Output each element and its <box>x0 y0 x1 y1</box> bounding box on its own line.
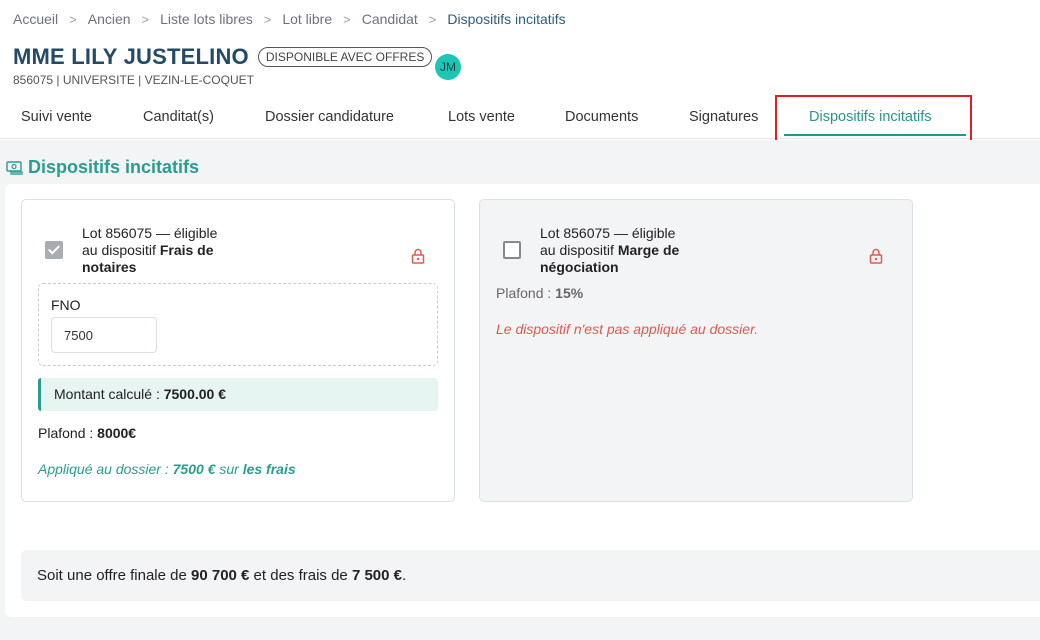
dispositif-card-marge-negociation: Lot 856075 — éligible au dispositif Marg… <box>479 199 913 502</box>
breadcrumb-ancien[interactable]: Ancien <box>88 11 131 27</box>
not-applied-status: Le dispositif n'est pas appliqué au doss… <box>496 321 759 337</box>
plafond: Plafond : 8000€ <box>38 425 136 441</box>
chevron-right-icon: > <box>428 11 437 27</box>
section-title: Dispositifs incitatifs <box>6 157 199 178</box>
page-subtitle: 856075 | UNIVERSITE | VEZIN-LE-COQUET <box>13 73 254 87</box>
plafond-label: Plafond : <box>38 425 98 441</box>
breadcrumb-liste-lots-libres[interactable]: Liste lots libres <box>160 11 253 27</box>
avatar[interactable]: JM <box>435 54 461 80</box>
dispositif-checkbox-checked[interactable] <box>45 241 63 259</box>
applied-prefix: Appliqué au dossier : <box>38 461 173 477</box>
breadcrumb: Accueil > Ancien > Liste lots libres > L… <box>13 11 566 27</box>
lock-icon[interactable] <box>869 248 883 264</box>
tab-documents[interactable]: Documents <box>565 109 638 125</box>
offer-summary: Soit une offre finale de 90 700 € et des… <box>21 550 1040 601</box>
breadcrumb-accueil[interactable]: Accueil <box>13 11 58 27</box>
summary-fees: 7 500 € <box>351 567 402 584</box>
lot-line: Lot 856075 — éligible <box>82 225 218 241</box>
header-title-row: MME LILY JUSTELINO DISPONIBLE AVEC OFFRE… <box>13 44 433 70</box>
dispositif-card-frais-notaires: Lot 856075 — éligible au dispositif Frai… <box>21 199 455 502</box>
breadcrumb-dispositifs-incitatifs: Dispositifs incitatifs <box>447 11 566 27</box>
chevron-right-icon: > <box>343 11 351 27</box>
applied-target: les frais <box>242 461 296 477</box>
money-icon <box>6 160 23 175</box>
highlight-annotation <box>775 95 972 142</box>
plafond-value: 8000€ <box>97 425 137 441</box>
dispositif-prefix: au dispositif <box>82 242 160 258</box>
breadcrumb-candidat[interactable]: Candidat <box>362 11 418 27</box>
dispositif-description: Lot 856075 — éligible au dispositif Frai… <box>82 225 262 276</box>
dispositif-description: Lot 856075 — éligible au dispositif Marg… <box>540 225 720 276</box>
summary-suffix: . <box>402 567 407 584</box>
fno-label: FNO <box>51 297 81 313</box>
chevron-right-icon: > <box>263 11 272 27</box>
tab-suivi-vente[interactable]: Suivi vente <box>21 109 92 125</box>
page-title: MME LILY JUSTELINO <box>13 44 249 69</box>
calculated-amount-box: Montant calculé : 7500.00 € <box>38 378 438 411</box>
applied-mid: sur <box>215 461 243 477</box>
summary-offer: 90 700 € <box>191 567 250 584</box>
tab-signatures[interactable]: Signatures <box>689 109 758 125</box>
applied-amount: 7500 € <box>172 461 216 477</box>
tab-dossier-candidature[interactable]: Dossier candidature <box>265 109 394 125</box>
calc-label: Montant calculé : <box>54 386 164 402</box>
chevron-right-icon: > <box>69 11 77 27</box>
applied-status: Appliqué au dossier : 7500 € sur les fra… <box>38 461 296 477</box>
lock-icon[interactable] <box>411 248 425 264</box>
status-badge: DISPONIBLE AVEC OFFRES <box>257 47 433 67</box>
dispositif-checkbox-unchecked[interactable] <box>503 241 521 259</box>
plafond-value: 15% <box>555 285 584 301</box>
chevron-right-icon: > <box>141 11 150 27</box>
tab-lots-vente[interactable]: Lots vente <box>448 109 515 125</box>
calc-value: 7500.00 € <box>163 386 227 402</box>
summary-mid: et des frais de <box>249 567 352 584</box>
plafond-label: Plafond : <box>496 285 556 301</box>
fno-input[interactable] <box>51 317 157 353</box>
dispositif-prefix: au dispositif <box>540 242 618 258</box>
section-title-label: Dispositifs incitatifs <box>28 157 200 177</box>
plafond: Plafond : 15% <box>496 285 583 301</box>
breadcrumb-lot-libre[interactable]: Lot libre <box>282 11 332 27</box>
tab-canditats[interactable]: Canditat(s) <box>143 109 214 125</box>
summary-prefix: Soit une offre finale de <box>37 567 191 584</box>
fno-field-group: FNO <box>38 283 438 366</box>
lot-line: Lot 856075 — éligible <box>540 225 676 241</box>
